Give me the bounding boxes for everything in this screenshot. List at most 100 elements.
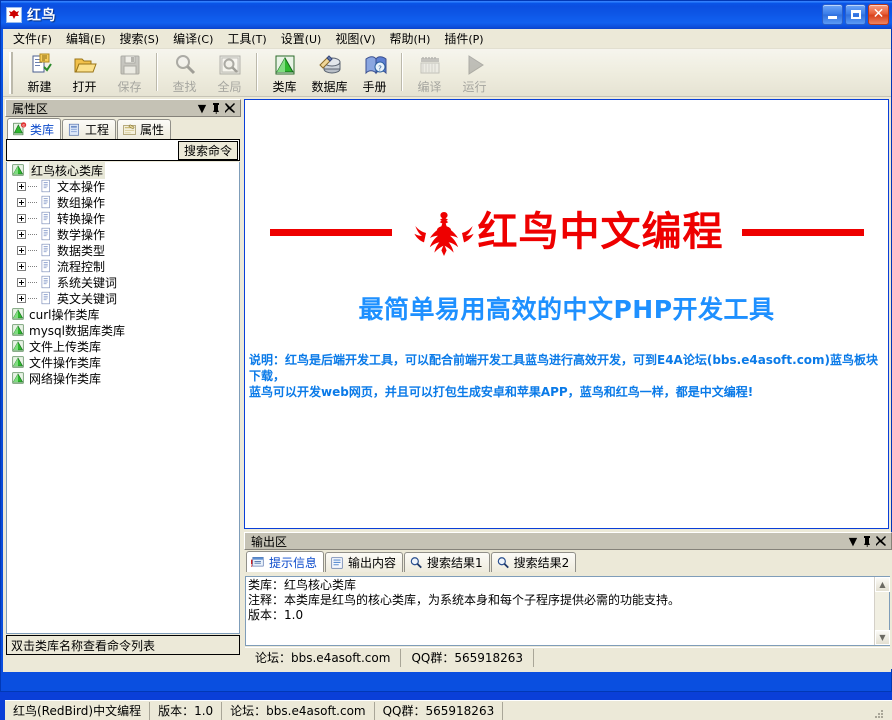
tree-item-7[interactable]: 流程控制: [7, 258, 239, 274]
menu-item-2[interactable]: 编辑(E): [59, 28, 113, 50]
left-panel-tabs: e 类库 工程 属性: [5, 117, 241, 139]
menu-item-7[interactable]: 视图(V): [328, 28, 382, 50]
tree-item-10[interactable]: curl操作类库: [7, 306, 239, 322]
search-command-button[interactable]: 搜索命令: [177, 140, 238, 160]
pin-icon[interactable]: [860, 534, 874, 548]
expand-plus-icon[interactable]: [17, 277, 26, 287]
menu-item-mnemonic: (P): [468, 32, 484, 46]
toolbar-grip[interactable]: [9, 52, 13, 94]
tree-item-2[interactable]: 文本操作: [7, 178, 239, 194]
info-tab-icon: [250, 555, 266, 569]
red-bird-icon: [6, 7, 22, 23]
minimize-button[interactable]: [822, 4, 843, 25]
menu-item-label: 设置: [280, 31, 305, 46]
search-input[interactable]: [7, 140, 178, 160]
menu-item-label: 工具: [227, 31, 252, 46]
dropdown-icon[interactable]: ▼: [195, 101, 209, 115]
output-tab-label: 搜索结果2: [513, 556, 570, 570]
menu-item-6[interactable]: 设置(U): [274, 28, 329, 50]
tree-item-4[interactable]: 转换操作: [7, 210, 239, 226]
toolbar-button-新建[interactable]: 新建: [17, 51, 62, 94]
library-icon: [11, 339, 25, 353]
output-dock-panel: 输出区 ▼ 提示信息 输出内容 搜索结果1 搜索结果2 类库：红鸟核心类库 注释：本类库…: [244, 532, 892, 669]
class-library-tree[interactable]: 红鸟核心类库 文本操作 数组操作 转换操作 数学操作 数据类型 流程控制 系统关键词 英文关键词…: [6, 162, 240, 634]
menu-item-mnemonic: (E): [89, 32, 106, 46]
output-tab-搜索结果1[interactable]: 搜索结果1: [404, 552, 490, 572]
logo-text: 红鸟中文编程: [477, 209, 724, 255]
tree-item-11[interactable]: mysql数据库类库: [7, 322, 239, 338]
scroll-down-icon[interactable]: ▼: [875, 630, 890, 645]
tree-item-label: 网络操作类库: [29, 371, 102, 386]
close-icon[interactable]: [874, 534, 888, 548]
pin-icon[interactable]: [209, 101, 223, 115]
status-panel-2: 版本：1.0: [150, 701, 223, 720]
toolbar-button-手册[interactable]: ? 手册: [352, 51, 397, 94]
dropdown-icon[interactable]: ▼: [846, 534, 860, 548]
tree-item-12[interactable]: 文件上传类库: [7, 338, 239, 354]
resize-grip-icon[interactable]: [869, 704, 883, 718]
menu-item-9[interactable]: 插件(P): [437, 28, 490, 50]
expand-plus-icon[interactable]: [17, 197, 26, 207]
menu-item-label: 编辑: [65, 31, 90, 46]
maximize-icon: [850, 10, 861, 19]
properties-tab-icon: [122, 123, 137, 137]
menu-item-4[interactable]: 编译(C): [166, 28, 220, 50]
menu-item-3[interactable]: 搜索(S): [113, 28, 167, 50]
scroll-up-icon[interactable]: ▲: [875, 577, 890, 592]
output-tab-搜索结果2[interactable]: 搜索结果2: [490, 552, 577, 572]
toolbar-button-打开[interactable]: 打开: [62, 51, 107, 94]
tree-item-label: 系统关键词: [57, 275, 118, 290]
welcome-editor-area[interactable]: 红鸟中文编程 最简单易用高效的中文PHP开发工具 说明：红鸟是后端开发工具，可以…: [244, 99, 889, 529]
expand-plus-icon[interactable]: [17, 229, 26, 239]
output-content-panel[interactable]: 类库：红鸟核心类库 注释：本类库是红鸟的核心类库，为系统本身和每个子程序提供必需的…: [245, 576, 890, 646]
output-tab-输出内容[interactable]: 输出内容: [325, 552, 404, 572]
status-panel-4: QQ群：565918263: [375, 701, 504, 720]
output-panel-title: 输出区: [251, 534, 288, 549]
expand-plus-icon[interactable]: [17, 245, 26, 255]
menu-item-1[interactable]: 文件(F): [6, 28, 59, 50]
title-bar[interactable]: 红鸟 ✕: [1, 1, 892, 29]
toolbar-button-类库[interactable]: 类库: [262, 51, 307, 94]
close-icon[interactable]: [223, 101, 237, 115]
toolbar-button-数据库[interactable]: 数据库: [307, 51, 352, 94]
toolbar-button-label: 新建: [27, 80, 52, 94]
tree-item-label: curl操作类库: [29, 307, 100, 322]
tree-item-13[interactable]: 文件操作类库: [7, 354, 239, 370]
new-file-icon: [28, 53, 52, 77]
toolbar-button-运行: 运行: [452, 51, 497, 94]
left-tab-工程[interactable]: 工程: [62, 119, 117, 139]
toolbar-separator: [156, 53, 158, 91]
expand-plus-icon[interactable]: [17, 293, 26, 303]
toolbar-button-label: 保存: [117, 80, 142, 94]
tree-item-1[interactable]: 红鸟核心类库: [7, 162, 239, 179]
menu-bar: 文件(F) 编辑(E) 搜索(S) 编译(C) 工具(T) 设置(U) 视图(V) 帮助(H)…: [3, 29, 891, 49]
left-tab-label: 类库: [30, 122, 55, 137]
expand-plus-icon[interactable]: [17, 181, 26, 191]
expand-plus-icon[interactable]: [17, 213, 26, 223]
close-button[interactable]: ✕: [868, 4, 889, 25]
svg-text:?: ?: [378, 65, 382, 73]
tree-item-label: 转换操作: [57, 211, 106, 226]
tree-item-label: 红鸟核心类库: [29, 162, 106, 179]
tree-item-5[interactable]: 数学操作: [7, 226, 239, 242]
library-icon: [11, 307, 25, 321]
maximize-button[interactable]: [845, 4, 866, 25]
output-scrollbar[interactable]: ▲ ▼: [874, 577, 890, 645]
tree-item-6[interactable]: 数据类型: [7, 242, 239, 258]
left-tab-类库[interactable]: e 类库: [7, 118, 62, 139]
menu-item-8[interactable]: 帮助(H): [382, 28, 437, 50]
menu-item-mnemonic: (U): [304, 32, 322, 46]
tree-item-14[interactable]: 网络操作类库: [7, 370, 239, 386]
output-text: 类库：红鸟核心类库 注释：本类库是红鸟的核心类库，为系统本身和每个子程序提供必需的…: [246, 577, 874, 645]
tree-item-9[interactable]: 英文关键词: [7, 290, 239, 306]
toolbar-button-label: 手册: [362, 80, 387, 94]
left-tab-属性[interactable]: 属性: [117, 119, 172, 139]
expand-plus-icon[interactable]: [17, 261, 26, 271]
global-search-icon: [218, 53, 242, 77]
tree-item-3[interactable]: 数组操作: [7, 194, 239, 210]
menu-item-label: 插件: [444, 31, 469, 46]
menu-item-5[interactable]: 工具(T): [220, 28, 273, 50]
output-tab-提示信息[interactable]: 提示信息: [246, 551, 325, 572]
magnifier-icon: [173, 53, 197, 77]
tree-item-8[interactable]: 系统关键词: [7, 274, 239, 290]
